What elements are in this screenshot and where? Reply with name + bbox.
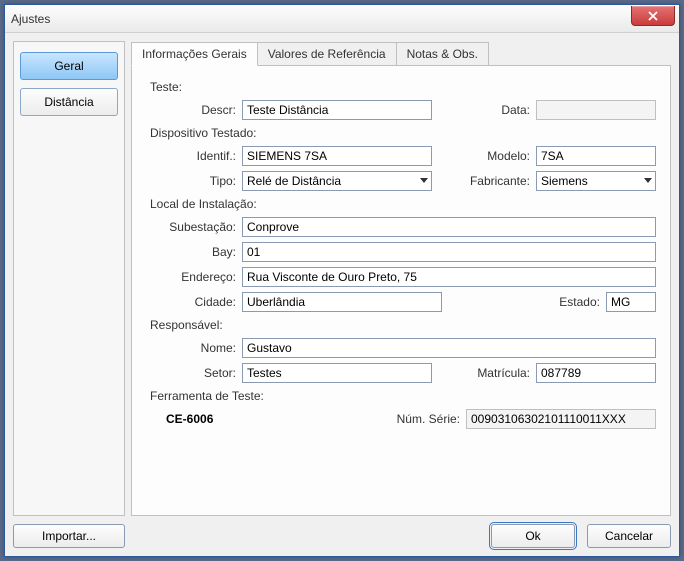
input-estado[interactable] (606, 292, 656, 312)
label-modelo: Modelo: (466, 149, 536, 163)
label-setor: Setor: (166, 366, 242, 380)
tab-valores-referencia[interactable]: Valores de Referência (257, 42, 397, 66)
section-responsavel: Responsável: Nome: Setor: Matrícula: (146, 318, 656, 383)
dialog-body: Geral Distância Importar... Informações … (5, 33, 679, 556)
select-fabricante[interactable] (536, 171, 656, 191)
label-descr: Descr: (166, 103, 242, 117)
ok-button[interactable]: Ok (491, 524, 575, 548)
section-local: Local de Instalação: Subestação: Bay: En… (146, 197, 656, 312)
tab-strip: Informações Gerais Valores de Referência… (131, 41, 671, 65)
tab-area: Teste: Descr: Data: Dispositivo Testado: (131, 65, 671, 516)
label-endereco: Endereço: (166, 270, 242, 284)
input-cidade[interactable] (242, 292, 442, 312)
section-title-teste: Teste: (150, 80, 656, 94)
label-identif: Identif.: (166, 149, 242, 163)
input-descr[interactable] (242, 100, 432, 120)
section-title-responsavel: Responsável: (150, 318, 656, 332)
label-fabricante: Fabricante: (466, 174, 536, 188)
input-data (536, 100, 656, 120)
input-num-serie (466, 409, 656, 429)
import-button[interactable]: Importar... (13, 524, 125, 548)
section-teste: Teste: Descr: Data: (146, 80, 656, 120)
input-endereco[interactable] (242, 267, 656, 287)
section-dispositivo: Dispositivo Testado: Identif.: Modelo: T… (146, 126, 656, 191)
label-data: Data: (476, 103, 536, 117)
label-matricula: Matrícula: (472, 366, 536, 380)
tool-name: CE-6006 (158, 412, 213, 426)
sidebar-btn-distancia[interactable]: Distância (20, 88, 118, 116)
input-subestacao[interactable] (242, 217, 656, 237)
label-num-serie: Núm. Série: (390, 412, 466, 426)
label-estado: Estado: (550, 295, 606, 309)
tab-notas-obs[interactable]: Notas & Obs. (396, 42, 489, 66)
section-ferramenta: Ferramenta de Teste: CE-6006 Núm. Série: (146, 389, 656, 429)
section-title-dispositivo: Dispositivo Testado: (150, 126, 656, 140)
label-bay: Bay: (166, 245, 242, 259)
input-matricula[interactable] (536, 363, 656, 383)
close-icon (648, 11, 658, 21)
select-tipo[interactable] (242, 171, 432, 191)
tab-content: Teste: Descr: Data: Dispositivo Testado: (132, 65, 670, 491)
label-subestacao: Subestação: (166, 220, 242, 234)
input-setor[interactable] (242, 363, 432, 383)
label-nome: Nome: (166, 341, 242, 355)
close-button[interactable] (631, 6, 675, 26)
sidebar-btn-geral[interactable]: Geral (20, 52, 118, 80)
cancel-button[interactable]: Cancelar (587, 524, 671, 548)
input-bay[interactable] (242, 242, 656, 262)
section-title-ferramenta: Ferramenta de Teste: (150, 389, 656, 403)
input-modelo[interactable] (536, 146, 656, 166)
dialog-window: Ajustes Geral Distância Importar... Info… (4, 4, 680, 557)
right-column: Informações Gerais Valores de Referência… (131, 41, 671, 548)
import-area: Importar... (13, 524, 125, 548)
input-nome[interactable] (242, 338, 656, 358)
sidebar-panel: Geral Distância (13, 41, 125, 516)
dialog-footer: Ok Cancelar (131, 524, 671, 548)
label-cidade: Cidade: (166, 295, 242, 309)
window-title: Ajustes (11, 12, 50, 26)
left-column: Geral Distância Importar... (13, 41, 125, 548)
tab-informacoes-gerais[interactable]: Informações Gerais (131, 42, 258, 66)
section-title-local: Local de Instalação: (150, 197, 656, 211)
label-tipo: Tipo: (166, 174, 242, 188)
title-bar: Ajustes (5, 5, 679, 33)
input-identif[interactable] (242, 146, 432, 166)
